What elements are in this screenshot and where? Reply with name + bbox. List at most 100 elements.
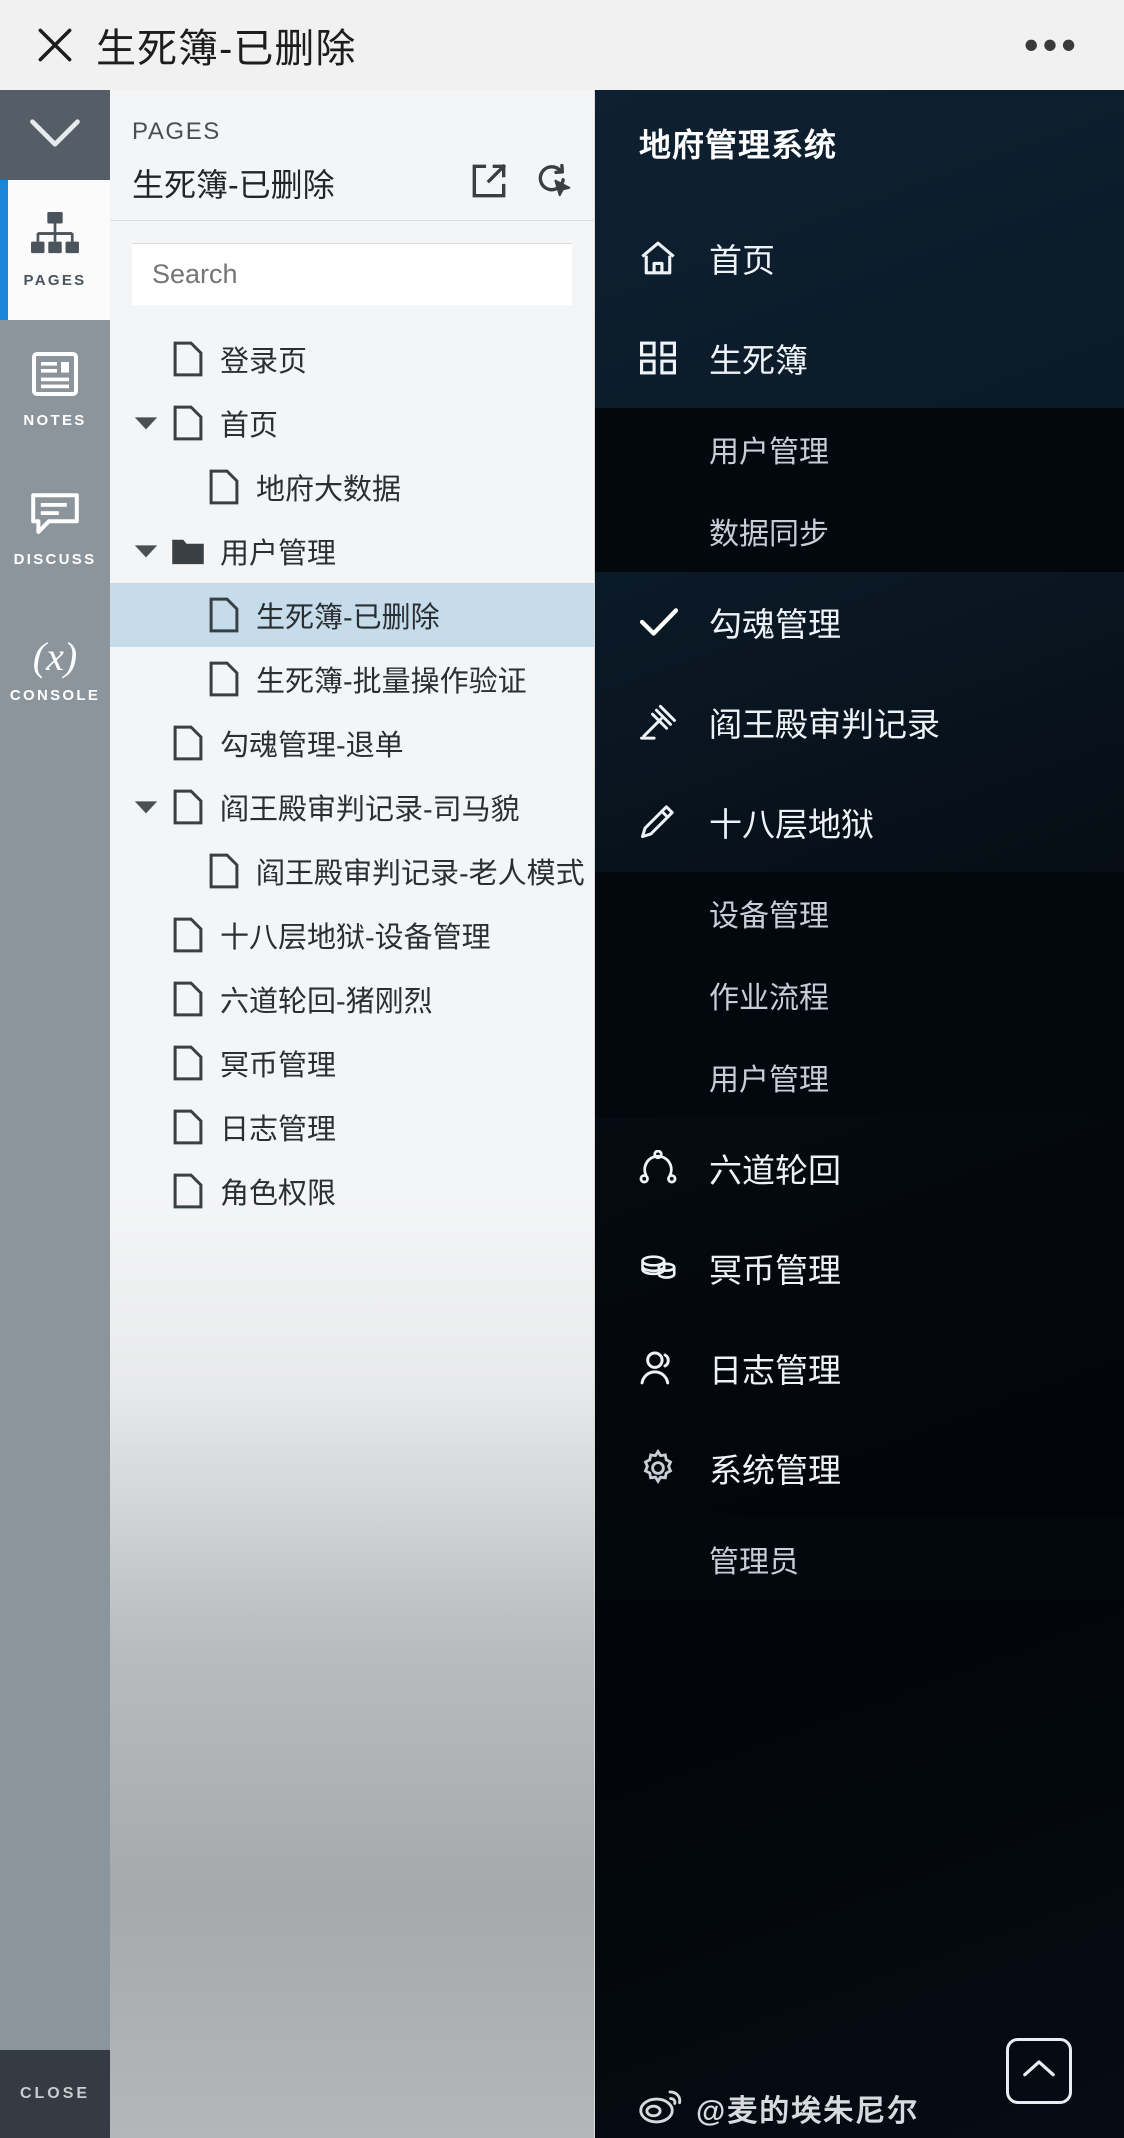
close-panel-button[interactable]: CLOSE (0, 2050, 110, 2138)
page-icon (202, 597, 246, 633)
tree-item[interactable]: 勾魂管理-退单 (110, 711, 594, 775)
panel-kicker: PAGES (132, 118, 221, 145)
chevron-down-icon[interactable] (126, 543, 166, 559)
tree-item[interactable]: 地府大数据 (110, 455, 594, 519)
tree-item[interactable]: 日志管理 (110, 1095, 594, 1159)
tree-item[interactable]: 生死簿-已删除 (110, 583, 594, 647)
rail-spacer (0, 740, 110, 2050)
tree-item[interactable]: 用户管理 (110, 519, 594, 583)
variable-x-icon: (x) (32, 633, 78, 679)
tree-item[interactable]: 阎王殿审判记录-老人模式 (110, 839, 594, 903)
nav-item-label: 管理员 (709, 1546, 799, 1579)
nav-item[interactable]: 六道轮回 (595, 1118, 1124, 1218)
panel-actions (472, 163, 572, 203)
sidebar-item-label: PAGES (23, 272, 87, 289)
home-icon (639, 240, 695, 276)
watermark-text: @麦的埃朱尼尔 (696, 2095, 920, 2128)
nav-item[interactable]: 勾魂管理 (595, 572, 1124, 672)
chevron-down-icon[interactable] (126, 799, 166, 815)
sidebar-item-label: DISCUSS (13, 551, 97, 568)
gavel-icon (639, 704, 695, 740)
nav-sub-item[interactable]: 作业流程 (595, 954, 1124, 1036)
page-icon (166, 1109, 210, 1145)
nav-item[interactable]: 生死簿 (595, 308, 1124, 408)
refresh-cursor-icon[interactable] (536, 163, 572, 203)
tree-item-label: 登录页 (220, 346, 308, 378)
nav-item-label: 勾魂管理 (709, 606, 841, 643)
tree-item[interactable]: 冥币管理 (110, 1031, 594, 1095)
nav-item[interactable]: 首页 (595, 208, 1124, 308)
pages-panel-header: PAGES 生死簿-已删除 (110, 90, 594, 221)
chevron-down-icon[interactable] (126, 415, 166, 431)
sidebar-item-label: CONSOLE (9, 686, 101, 704)
check-icon (639, 605, 695, 639)
tree-item[interactable]: 首页 (110, 391, 594, 455)
tree-item[interactable]: 登录页 (110, 327, 594, 391)
tree-item[interactable]: 生死簿-批量操作验证 (110, 647, 594, 711)
sidebar-item-console[interactable]: (x) CONSOLE (0, 600, 110, 740)
tree-item-label: 生死簿-已删除 (256, 602, 440, 634)
page-icon (166, 405, 210, 441)
sidebar-item-pages[interactable]: PAGES (0, 180, 110, 320)
nav-item-label: 六道轮回 (709, 1152, 841, 1189)
chevron-down-icon (28, 116, 82, 155)
scroll-to-top-button[interactable] (1006, 2038, 1072, 2104)
external-link-icon[interactable] (472, 163, 507, 203)
nav-item[interactable]: 系统管理 (595, 1418, 1124, 1518)
page-title: 生死簿-已删除 (96, 27, 357, 71)
sidebar-item-discuss[interactable]: DISCUSS (0, 460, 110, 600)
nav-item-label: 生死簿 (709, 342, 808, 379)
sidebar-item-notes[interactable]: NOTES (0, 320, 110, 460)
tree-item-label: 冥币管理 (220, 1050, 337, 1082)
tree-item-label: 日志管理 (220, 1114, 337, 1146)
app-header: 生死簿-已删除 ••• (0, 0, 1124, 90)
folder-icon (166, 536, 210, 566)
nav-item-label: 用户管理 (709, 1064, 829, 1097)
nav-item-label: 阎王殿审判记录 (709, 706, 940, 743)
gear-icon (639, 1449, 695, 1487)
page-icon (202, 661, 246, 697)
tree-item-label: 阎王殿审判记录-司马貌 (220, 794, 520, 826)
nav-list: 首页 生死簿 用户管理 数据同步 勾魂管理 阎王殿审判记录 十八层地狱 设备管理 作业流程 用户管… (595, 208, 1124, 1600)
nav-item[interactable]: 冥币管理 (595, 1218, 1124, 1318)
tree-item-label: 生死簿-批量操作验证 (256, 666, 527, 698)
tree-item-label: 首页 (220, 410, 279, 442)
nav-item[interactable]: 日志管理 (595, 1318, 1124, 1418)
page-icon (202, 853, 246, 889)
grid-icon (639, 340, 695, 376)
nav-sub-item[interactable]: 用户管理 (595, 1036, 1124, 1118)
tree-item-label: 角色权限 (220, 1178, 337, 1210)
nav-item-label: 日志管理 (709, 1352, 841, 1389)
workspace: PAGES NOTES DISCUSS (x) CONSOLE CLOSE PA… (0, 90, 1124, 2138)
sitemap-icon (30, 211, 80, 262)
document-title: 生死簿-已删除 (132, 167, 335, 203)
tree-item-label: 勾魂管理-退单 (220, 730, 404, 762)
nav-sub-item[interactable]: 管理员 (595, 1518, 1124, 1600)
nav-sub-item[interactable]: 数据同步 (595, 490, 1124, 572)
tree-item[interactable]: 十八层地狱-设备管理 (110, 903, 594, 967)
nav-item[interactable]: 十八层地狱 (595, 772, 1124, 872)
more-options-button[interactable]: ••• (1024, 24, 1080, 66)
tree-item-label: 地府大数据 (256, 474, 402, 506)
collapse-panel-button[interactable] (0, 90, 110, 180)
nav-brand-spacer (595, 166, 1124, 208)
nav-item-label: 系统管理 (709, 1452, 841, 1489)
pen-icon (639, 804, 695, 840)
page-icon (166, 917, 210, 953)
nav-sub-item[interactable]: 用户管理 (595, 408, 1124, 490)
page-icon (202, 469, 246, 505)
tree-item[interactable]: 角色权限 (110, 1159, 594, 1223)
page-icon (166, 725, 210, 761)
orbit-icon (639, 1150, 695, 1186)
search-input[interactable] (132, 243, 572, 305)
tree-item-label: 六道轮回-猪刚烈 (220, 986, 433, 1018)
tree-item[interactable]: 阎王殿审判记录-司马貌 (110, 775, 594, 839)
close-icon[interactable] (20, 23, 90, 67)
page-icon (166, 1173, 210, 1209)
search-area (110, 221, 594, 315)
nav-item-label: 设备管理 (709, 900, 829, 933)
left-rail: PAGES NOTES DISCUSS (x) CONSOLE CLOSE (0, 90, 110, 2138)
nav-sub-item[interactable]: 设备管理 (595, 872, 1124, 954)
nav-item[interactable]: 阎王殿审判记录 (595, 672, 1124, 772)
tree-item[interactable]: 六道轮回-猪刚烈 (110, 967, 594, 1031)
